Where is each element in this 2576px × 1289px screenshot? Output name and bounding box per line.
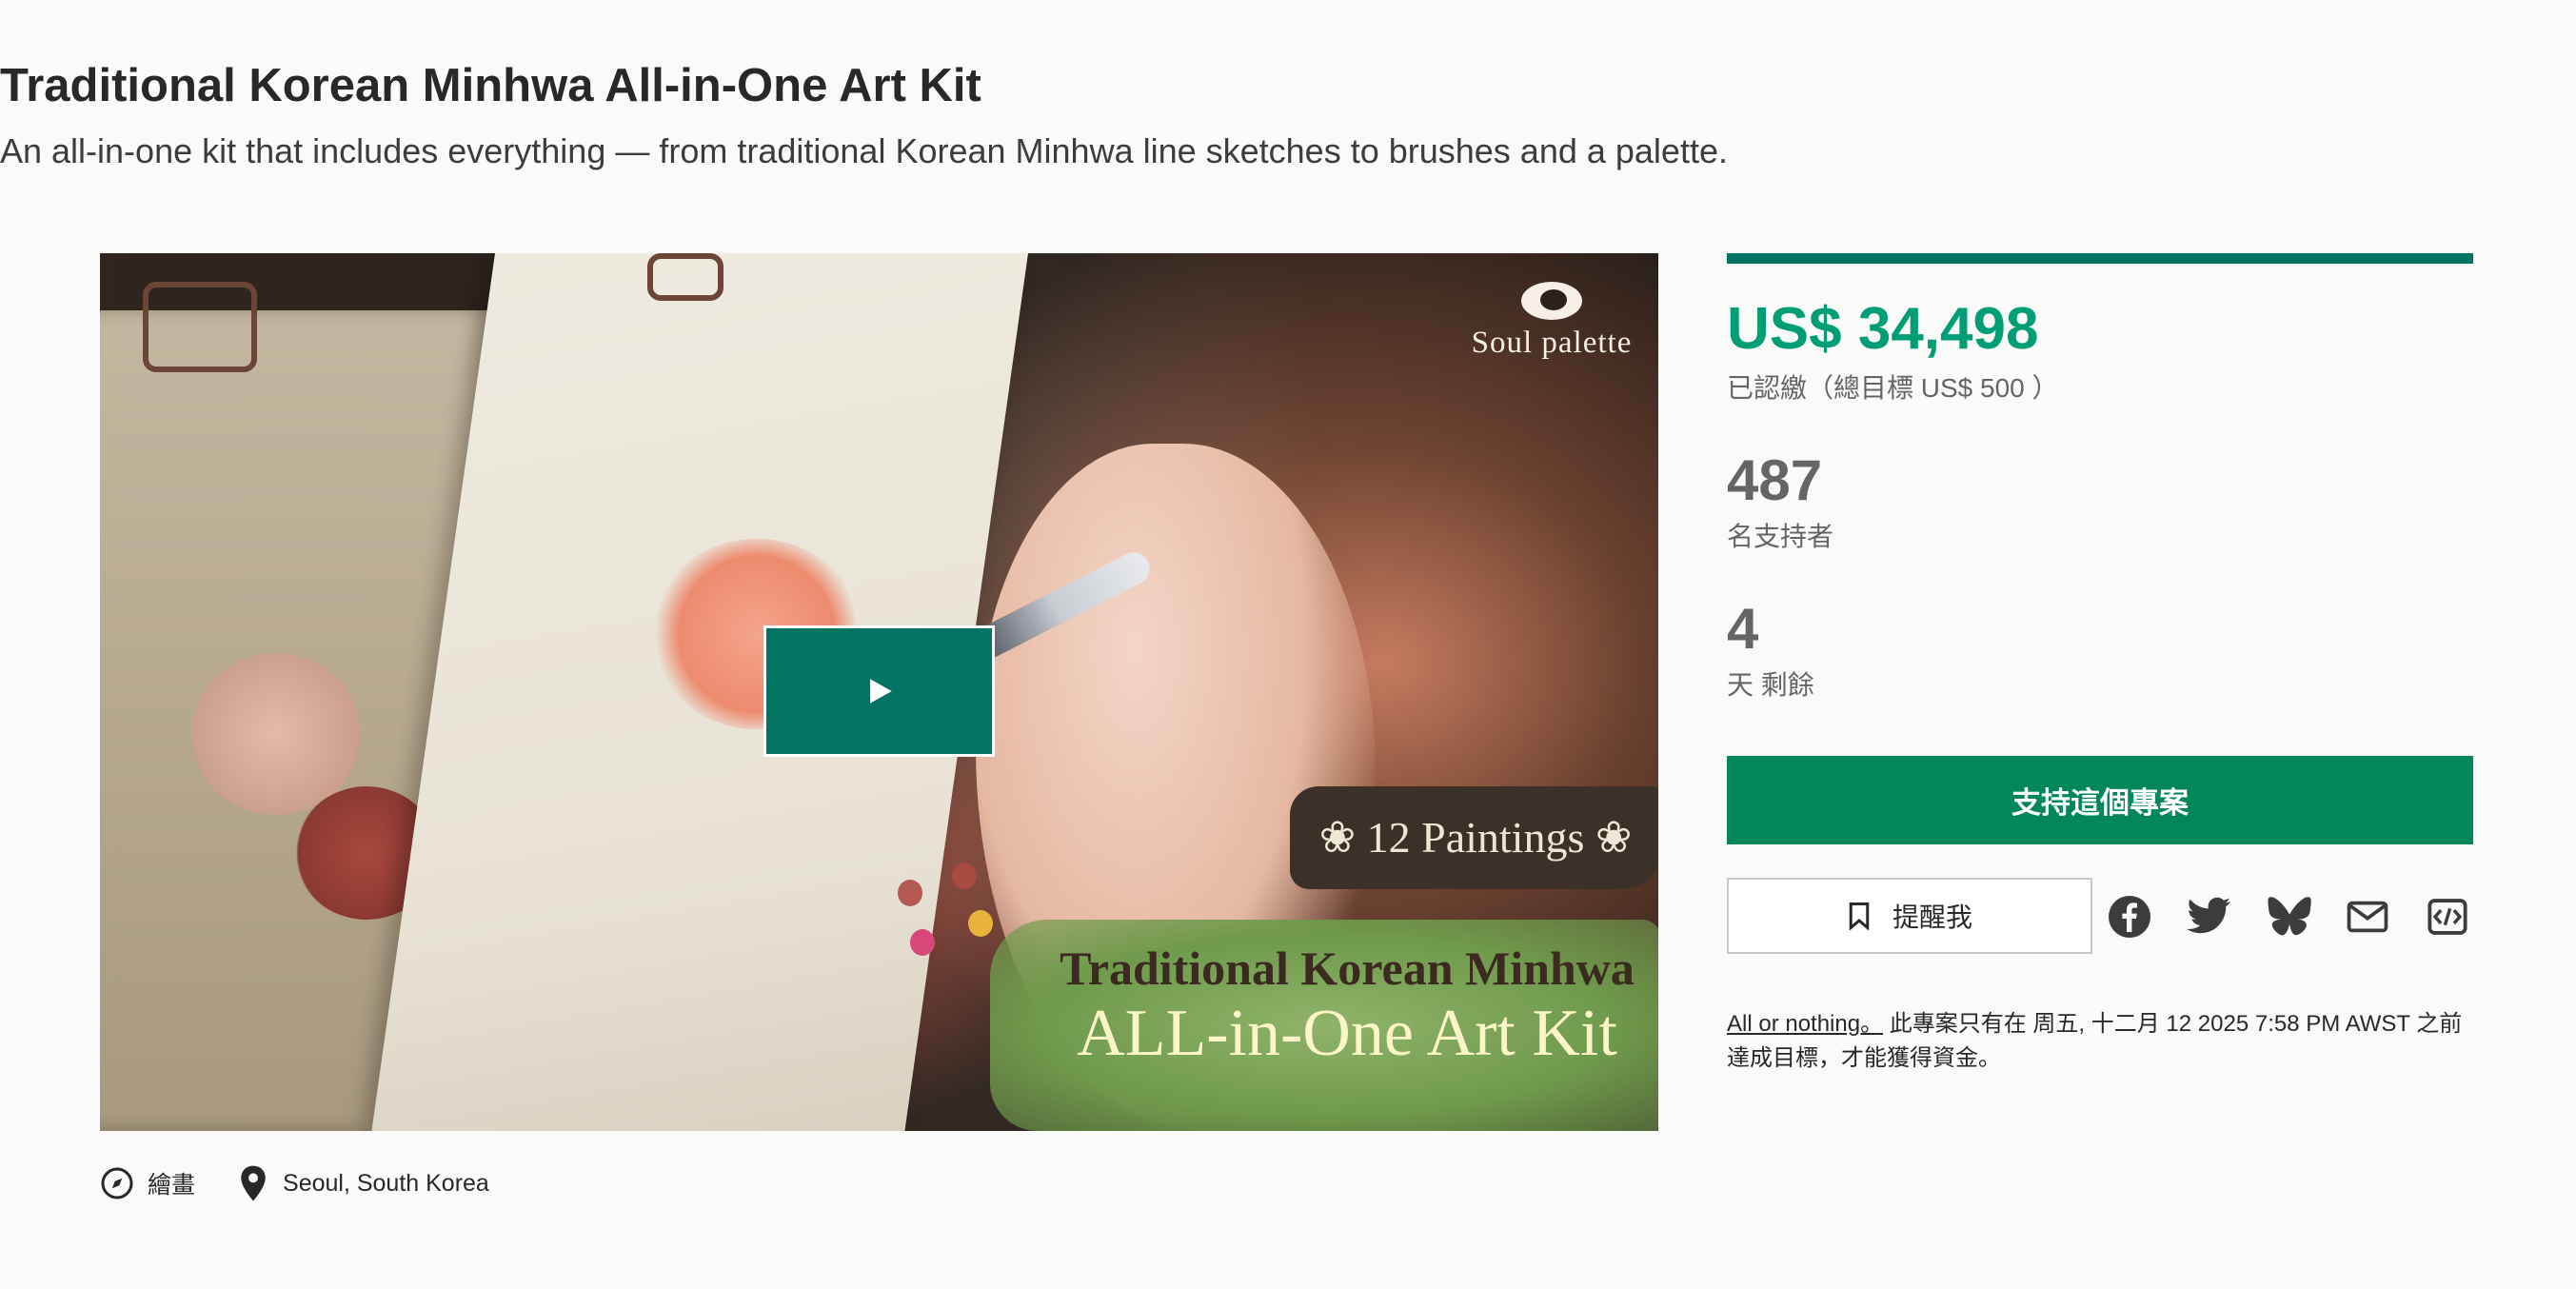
embed-icon bbox=[2427, 899, 2467, 935]
video-banner-paintings: ❀ 12 Paintings ❀ bbox=[1290, 786, 1658, 889]
backers-count: 487 bbox=[1727, 448, 1823, 512]
backers-label: 名支持者 bbox=[1727, 522, 1834, 551]
days-remaining-label: 天 剩餘 bbox=[1727, 670, 1814, 700]
map-pin-icon bbox=[241, 1165, 266, 1201]
compass-icon bbox=[101, 1167, 133, 1200]
twitter-icon bbox=[2187, 897, 2230, 934]
pledged-amount: US$ 34,498 bbox=[1727, 296, 2039, 362]
remind-me-button[interactable]: 提醒我 bbox=[1727, 878, 2092, 954]
palette-dot bbox=[910, 929, 935, 956]
video-binder-clip-right bbox=[647, 253, 723, 301]
category-link[interactable]: 繪畫 bbox=[100, 1166, 195, 1200]
video-banner-line2: ALL-in-One Art Kit bbox=[1077, 997, 1617, 1070]
play-video-button[interactable] bbox=[763, 625, 995, 757]
share-email-button[interactable] bbox=[2344, 893, 2391, 941]
pledged-goal-label: 已認繳（總目標 US$ 500 ） bbox=[1727, 373, 2059, 403]
project-title: Traditional Korean Minhwa All-in-One Art… bbox=[0, 60, 981, 111]
location-label: Seoul, South Korea bbox=[283, 1169, 489, 1197]
project-subtitle: An all-in-one kit that includes everythi… bbox=[0, 131, 1728, 170]
soul-palette-logo-text: Soul palette bbox=[1471, 326, 1633, 360]
bluesky-icon bbox=[2268, 897, 2311, 936]
share-embed-button[interactable] bbox=[2424, 893, 2471, 941]
share-facebook-button[interactable] bbox=[2106, 893, 2153, 941]
video-flower-pink bbox=[190, 653, 362, 815]
remind-me-label: 提醒我 bbox=[1892, 902, 1972, 932]
facebook-icon bbox=[2109, 896, 2150, 938]
video-binder-clip-left bbox=[143, 282, 257, 372]
palette-dot bbox=[952, 863, 977, 889]
project-video[interactable]: Soul palette ❀ 12 Paintings ❀ Traditiona… bbox=[100, 253, 1658, 1131]
funding-model-note: All or nothing。 此專案只有在 周五, 十二月 12 2025 7… bbox=[1727, 1007, 2473, 1076]
soul-palette-logo-icon bbox=[1521, 282, 1582, 320]
category-label: 繪畫 bbox=[148, 1172, 196, 1199]
bookmark-icon bbox=[1849, 902, 1870, 930]
share-twitter-button[interactable] bbox=[2186, 893, 2233, 941]
funding-progress-bar bbox=[1727, 253, 2473, 264]
play-icon bbox=[869, 679, 892, 704]
project-meta: 繪畫 Seoul, South Korea bbox=[100, 1161, 531, 1205]
location-link[interactable]: Seoul, South Korea bbox=[237, 1164, 489, 1202]
share-bluesky-button[interactable] bbox=[2266, 893, 2313, 941]
email-icon bbox=[2347, 901, 2388, 933]
all-or-nothing-link[interactable]: All or nothing。 bbox=[1727, 1011, 1883, 1037]
video-banner-line1: Traditional Korean Minhwa bbox=[1060, 942, 1635, 995]
palette-dot bbox=[898, 880, 922, 906]
days-remaining-count: 4 bbox=[1727, 597, 1759, 661]
palette-dot bbox=[968, 910, 993, 937]
soul-palette-logo: Soul palette bbox=[1461, 282, 1642, 361]
back-this-project-button[interactable]: 支持這個專案 bbox=[1727, 756, 2473, 844]
